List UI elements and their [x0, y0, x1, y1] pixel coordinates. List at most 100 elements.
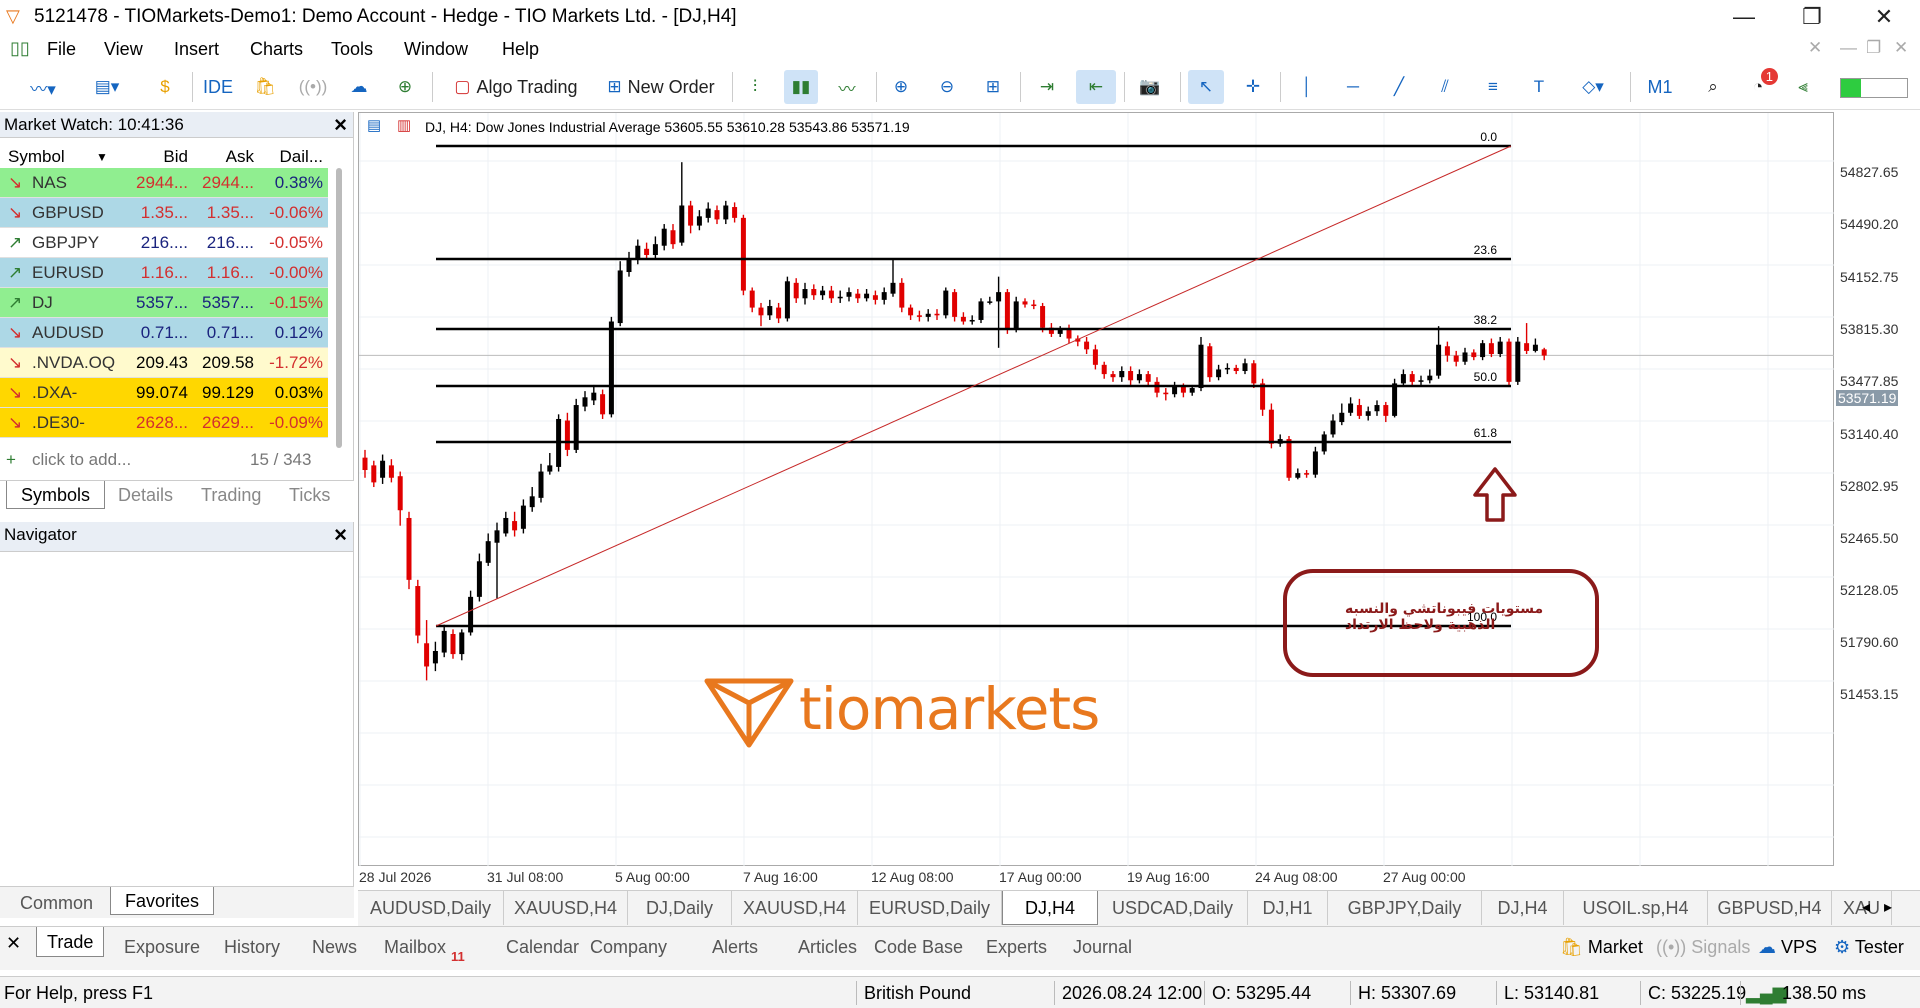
menu-help[interactable]: Help: [502, 39, 539, 60]
timeframe-button[interactable]: M1: [1640, 70, 1680, 104]
zoom-in-icon[interactable]: ⊕: [884, 70, 918, 104]
terminal-tab[interactable]: Experts: [986, 937, 1047, 958]
status-profile[interactable]: British Pound: [864, 983, 971, 1004]
notifications-icon[interactable]: ◔ 1: [1740, 68, 1778, 104]
new-order-button[interactable]: ⊞ New Order: [596, 70, 726, 104]
market-watch-row[interactable]: ↘ AUDUSD 0.71... 0.71... 0.12%: [0, 318, 328, 348]
chart-tab[interactable]: AUDUSD,Daily: [358, 891, 504, 925]
shapes-icon[interactable]: ◇▾: [1566, 70, 1620, 104]
chart-tab[interactable]: DJ,H4: [1482, 891, 1564, 925]
templates-icon[interactable]: ▤▾: [80, 70, 134, 104]
terminal-tab[interactable]: Code Base: [874, 937, 963, 958]
bar-chart-icon[interactable]: ⫶: [738, 70, 772, 104]
market-watch-row[interactable]: ↘ GBPUSD 1.35... 1.35... -0.06%: [0, 198, 328, 228]
add-symbol-row[interactable]: + click to add... 15 / 343: [0, 445, 328, 475]
chart-tab[interactable]: GBPJPY,Daily: [1328, 891, 1482, 925]
market-watch-close-icon[interactable]: ×: [334, 112, 347, 138]
mdi-pin-icon[interactable]: ✕: [1808, 38, 1822, 58]
minimize-button[interactable]: —: [1724, 4, 1764, 30]
col-bid[interactable]: Bid: [130, 147, 188, 167]
menu-window[interactable]: Window: [404, 39, 468, 60]
market-watch-row[interactable]: ↘ .DXA- 99.074 99.129 0.03%: [0, 378, 328, 408]
market-watch-row[interactable]: ↗ DJ 5357... 5357... -0.15%: [0, 288, 328, 318]
terminal-tab[interactable]: Trade: [36, 927, 105, 957]
text-icon[interactable]: T: [1522, 70, 1556, 104]
channel-icon[interactable]: ⫽: [1428, 70, 1462, 104]
mdi-minimize-icon[interactable]: —: [1840, 38, 1857, 58]
terminal-tab[interactable]: Exposure: [124, 937, 200, 958]
horizontal-line-icon[interactable]: ─: [1336, 70, 1370, 104]
close-button[interactable]: ✕: [1864, 4, 1904, 30]
terminal-tab[interactable]: Company: [590, 937, 667, 958]
sort-chevron-icon[interactable]: ▼: [96, 150, 108, 164]
chart-tab[interactable]: EURUSD,Daily: [858, 891, 1002, 925]
tab-favorites[interactable]: Favorites: [110, 887, 215, 915]
chart-canvas[interactable]: 0.023.638.250.061.8100.0: [359, 113, 1835, 867]
tab-common[interactable]: Common: [20, 893, 93, 914]
terminal-tab[interactable]: Mailbox: [384, 937, 446, 958]
crosshair-icon[interactable]: ✛: [1236, 70, 1270, 104]
screenshot-icon[interactable]: 📷: [1130, 70, 1170, 104]
grid-icon[interactable]: ⊞: [976, 70, 1010, 104]
tab-trading[interactable]: Trading: [201, 485, 261, 506]
tester-tab[interactable]: ⚙ Tester: [1834, 937, 1904, 958]
chart-tabs-scroll-icon[interactable]: ◂▸: [1862, 897, 1906, 917]
signal-strength-icon[interactable]: ⫷: [1788, 70, 1818, 104]
signal-icon[interactable]: ((•)): [296, 70, 330, 104]
candlestick-chart-icon[interactable]: ▮▮: [784, 70, 818, 104]
chart-tab[interactable]: XAUUSD,H4: [504, 891, 628, 925]
chart-shift-icon[interactable]: ⇤: [1076, 70, 1116, 104]
chart-list-icon[interactable]: ▤: [367, 116, 381, 134]
menu-tools[interactable]: Tools: [331, 39, 373, 60]
chart-tab[interactable]: DJ,H1: [1248, 891, 1328, 925]
mdi-restore-icon[interactable]: ❐: [1866, 38, 1881, 58]
mdi-close-icon[interactable]: ✕: [1894, 38, 1908, 58]
market-watch-row[interactable]: ↘ NAS 2944... 2944... 0.38%: [0, 168, 328, 198]
auto-scroll-icon[interactable]: ⇥: [1030, 70, 1064, 104]
trendline-icon[interactable]: ╱: [1382, 70, 1416, 104]
price-axis[interactable]: 54827.65 54490.20 54152.75 53815.30 53477.85…: [1834, 112, 1920, 866]
search-icon[interactable]: ⌕: [1698, 70, 1728, 104]
tab-details[interactable]: Details: [118, 485, 173, 506]
market-bag-icon[interactable]: 🛍: [248, 70, 282, 104]
line-chart-icon[interactable]: 〰: [830, 70, 864, 104]
terminal-tab[interactable]: Journal: [1073, 937, 1132, 958]
chart-area[interactable]: 0.0 23.6 38.2 50.0 61.8 100.0 DJ, H4: Dow Jon…: [358, 112, 1835, 867]
market-watch-scrollbar[interactable]: [336, 168, 342, 448]
chart-tab[interactable]: DJ,Daily: [628, 891, 732, 925]
ide-button[interactable]: IDE: [200, 70, 236, 104]
annotation-box[interactable]: مستويات فيبوناتشي والنسبه الذهبية ولاحظ …: [1283, 569, 1599, 677]
vps-tab[interactable]: ☁ VPS: [1758, 937, 1817, 958]
chart-indicator-icon[interactable]: ▥: [397, 116, 411, 134]
menu-file[interactable]: File: [47, 39, 76, 60]
terminal-tab[interactable]: Calendar: [506, 937, 579, 958]
chart-tab[interactable]: USDCAD,Daily: [1098, 891, 1248, 925]
tab-symbols[interactable]: Symbols: [6, 481, 106, 509]
terminal-tab[interactable]: News: [312, 937, 357, 958]
col-symbol[interactable]: Symbol: [8, 147, 108, 167]
menu-insert[interactable]: Insert: [174, 39, 219, 60]
signals-tab[interactable]: ((•)) Signals: [1656, 937, 1750, 958]
col-ask[interactable]: Ask: [194, 147, 254, 167]
chart-tab[interactable]: USOIL.sp,H4: [1564, 891, 1708, 925]
chart-tab[interactable]: XAUUSD,H4: [732, 891, 858, 925]
toolbox-close-icon[interactable]: ✕: [6, 933, 21, 954]
navigator-close-icon[interactable]: ×: [334, 522, 347, 548]
vertical-line-icon[interactable]: │: [1290, 70, 1324, 104]
menu-view[interactable]: View: [104, 39, 143, 60]
zoom-out-icon[interactable]: ⊖: [930, 70, 964, 104]
chart-tab[interactable]: GBPUSD,H4: [1708, 891, 1832, 925]
market-tab[interactable]: 🛍 Market: [1560, 937, 1643, 958]
terminal-tab[interactable]: Articles: [798, 937, 857, 958]
cloud-icon[interactable]: ☁: [342, 70, 376, 104]
market-watch-row[interactable]: ↘ .NVDA.OQ 209.43 209.58 -1.72%: [0, 348, 328, 378]
market-watch-row[interactable]: ↗ EURUSD 1.16... 1.16... -0.00%: [0, 258, 328, 288]
market-watch-row[interactable]: ↘ .DE30- 2628... 2629... -0.09%: [0, 408, 328, 438]
terminal-tab[interactable]: History: [224, 937, 280, 958]
dollar-icon[interactable]: $: [150, 70, 180, 104]
menu-charts[interactable]: Charts: [250, 39, 303, 60]
terminal-tab[interactable]: Alerts: [712, 937, 758, 958]
tab-ticks[interactable]: Ticks: [289, 485, 330, 506]
fibonacci-icon[interactable]: ≡: [1476, 70, 1510, 104]
maximize-button[interactable]: ❐: [1792, 4, 1832, 30]
